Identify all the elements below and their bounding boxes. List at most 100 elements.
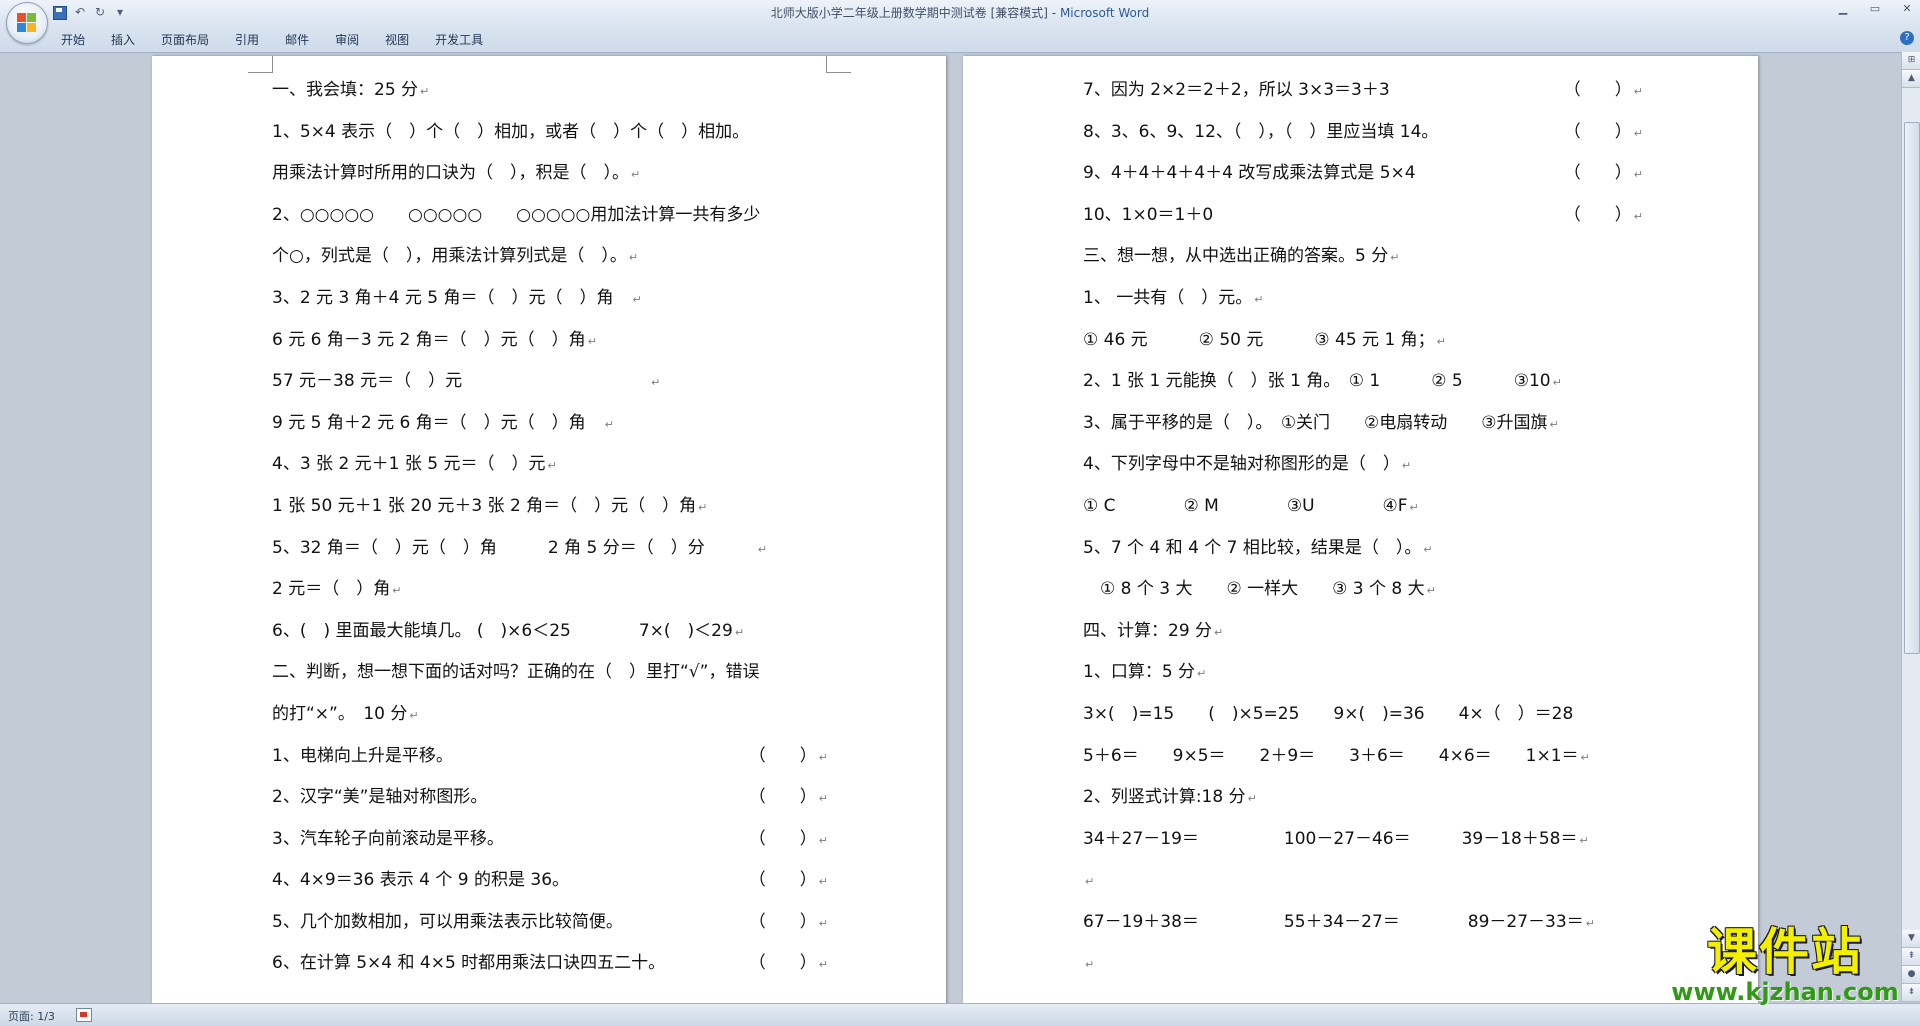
document-line[interactable]: 3、2 元 3 角＋4 元 5 角＝（ ）元（ ）角 ↵	[272, 278, 828, 320]
scroll-thumb[interactable]	[1904, 122, 1920, 654]
paragraph-mark-icon: ↵	[547, 459, 557, 473]
document-line[interactable]: ↵	[1083, 860, 1643, 902]
ribbon-tab[interactable]: 开始	[48, 30, 98, 50]
document-line[interactable]: 1、5×4 表示（ ）个（ ）相加，或者（ ）个（ ）相加。	[272, 112, 828, 154]
document-line[interactable]: 34＋27－19＝ 100－27－46＝ 39－18＋58＝ ↵	[1083, 819, 1643, 861]
ruler-toggle-button[interactable]: ⊞	[1902, 52, 1920, 70]
document-line[interactable]: 用乘法计算时所用的口诀为（ ），积是（ ）。 ↵	[272, 153, 828, 195]
document-line[interactable]: 的打“×”。 10 分 ↵	[272, 694, 828, 736]
answer-bracket-text: （ ）	[1563, 80, 1632, 100]
line-text: 8、3、6、9、12、（ ），（ ）里应当填 14。	[1083, 121, 1439, 142]
answer-bracket-text: （ ）	[748, 953, 817, 974]
document-line[interactable]: 1、口算：5 分 ↵	[1083, 652, 1643, 694]
ribbon-tab-bar: 开始 插入 页面布局 引用 邮件 审阅 视图 开发工具	[48, 30, 496, 50]
line-text: 10、1×0＝1＋0	[1083, 204, 1214, 225]
minimize-button[interactable]: ▁	[1836, 2, 1850, 15]
document-line[interactable]: 2、列竖式计算:18 分 ↵	[1083, 777, 1643, 819]
answer-bracket-text: （ ）	[1563, 204, 1632, 225]
help-icon[interactable]: ?	[1900, 31, 1914, 45]
ribbon-tab[interactable]: 邮件	[272, 30, 322, 50]
line-text: 5、几个加数相加，可以用乘法表示比较简便。	[272, 911, 623, 932]
document-line[interactable]: ① 8 个 3 大 ② 一样大 ③ 3 个 8 大 ↵	[1083, 569, 1643, 611]
paragraph-mark-icon: ↵	[587, 334, 597, 348]
document-page-2[interactable]: 7、因为 2×2＝2＋2，所以 3×3＝3＋3 （ ） ↵ 8、3、6、9、12、（ …	[963, 56, 1758, 1007]
document-line[interactable]: 4、4×9＝36 表示 4 个 9 的积是 36。 （ ） ↵	[272, 860, 828, 902]
paragraph-mark-icon: ↵	[628, 251, 639, 265]
document-line[interactable]: 6、( ) 里面最大能填几。 ( )×6＜25 7×( )＜29 ↵	[272, 611, 828, 653]
document-line[interactable]: 1 张 50 元＋1 张 20 元＋3 张 2 角＝（ ）元（ ）角 ↵	[272, 486, 828, 528]
vertical-scrollbar[interactable]: ⊞ ▲ ▼ ⇞ ● ⇟	[1901, 52, 1920, 1002]
close-button[interactable]: ✕	[1900, 2, 1914, 15]
paragraph-mark-icon: ↵	[1247, 792, 1257, 806]
document-page-1[interactable]: 一、我会填：25 分 ↵ 1、5×4 表示（ ）个（ ）相加，或者（ ）个（ ）相加…	[152, 56, 946, 1007]
scroll-up-button[interactable]: ▲	[1902, 70, 1920, 88]
document-line[interactable]: 2 元＝（ ）角 ↵	[272, 569, 828, 611]
document-line[interactable]: 7、因为 2×2＝2＋2，所以 3×3＝3＋3 （ ） ↵	[1083, 70, 1643, 112]
ribbon-tab[interactable]: 视图	[372, 30, 422, 50]
double-down-icon: ⇟	[1907, 987, 1916, 997]
document-line[interactable]: 4、下列字母中不是轴对称图形的是（ ） ↵	[1083, 444, 1643, 486]
ribbon-tab[interactable]: 页面布局	[148, 30, 222, 50]
document-line[interactable]: 4、3 张 2 元＋1 张 5 元＝（ ）元 ↵	[272, 444, 828, 486]
document-line[interactable]: 2、汉字“美”是轴对称图形。 （ ） ↵	[272, 777, 828, 819]
paragraph-mark-icon: ↵	[818, 958, 828, 972]
document-line[interactable]: 1、 一共有（ ）元。 ↵	[1083, 278, 1643, 320]
answer-bracket: （ ） ↵	[749, 736, 828, 779]
paragraph-mark-icon: ↵	[1580, 750, 1590, 764]
line-text: 4、4×9＝36 表示 4 个 9 的积是 36。	[272, 870, 570, 891]
line-text: 9、4＋4＋4＋4＋4 改写成乘法算式是 5×4	[1083, 163, 1416, 184]
title-separator: -	[1047, 6, 1060, 20]
ruler-icon: ⊞	[1907, 55, 1916, 65]
circle-icon: ●	[1907, 969, 1916, 979]
document-line[interactable]: 3、汽车轮子向前滚动是平移。 （ ） ↵	[272, 819, 828, 861]
paragraph-mark-icon: ↵	[1633, 168, 1643, 182]
line-text: 1、 一共有（ ）元。	[1083, 287, 1253, 308]
document-line[interactable]: ① C ② M ③U ④F ↵	[1083, 486, 1643, 528]
document-line[interactable]: 6、在计算 5×4 和 4×5 时都用乘法口诀四五二十。 （ ） ↵	[272, 943, 828, 985]
line-text: 6、( ) 里面最大能填几。 ( )×6＜25 7×( )＜29	[272, 620, 733, 641]
document-line[interactable]: 67－19＋38＝ 55＋34－27＝ 89－27－33＝ ↵	[1083, 902, 1643, 944]
document-line[interactable]: 8、3、6、9、12、（ ），（ ）里应当填 14。 （ ） ↵	[1083, 112, 1643, 154]
page-number-status[interactable]: 页面: 1/3	[8, 1008, 55, 1024]
document-line[interactable]: 3、属于平移的是（ ）。 ①关门 ②电扇转动 ③升国旗 ↵	[1083, 403, 1643, 445]
document-line[interactable]: 57 元－38 元＝（ ）元 ↵	[272, 361, 828, 403]
document-line[interactable]: 二、判断，想一想下面的话对吗？正确的在（ ）里打“√”，错误	[272, 652, 828, 694]
page-1-text[interactable]: 一、我会填：25 分 ↵ 1、5×4 表示（ ）个（ ）相加，或者（ ）个（ ）相加…	[272, 70, 828, 990]
document-line[interactable]: 10、1×0＝1＋0 （ ） ↵	[1083, 195, 1643, 237]
answer-bracket: （ ） ↵	[1564, 195, 1643, 238]
ribbon-tab[interactable]: 开发工具	[422, 30, 496, 50]
watermark-logo-text: 课件站	[1707, 923, 1863, 981]
ribbon-tab[interactable]: 引用	[222, 30, 272, 50]
document-line[interactable]: 9、4＋4＋4＋4＋4 改写成乘法算式是 5×4 （ ） ↵	[1083, 153, 1643, 195]
document-line[interactable]: ① 46 元 ② 50 元 ③ 45 元 1 角； ↵	[1083, 320, 1643, 362]
document-line[interactable]: 1、电梯向上升是平移。 （ ） ↵	[272, 736, 828, 778]
document-line[interactable]: 一、我会填：25 分 ↵	[272, 70, 828, 112]
window-title: 北师大版小学二年级上册数学期中测试卷 [兼容模式] - Microsoft Wo…	[0, 4, 1920, 21]
document-line[interactable]: 个○，列式是（ ），用乘法计算列式是（ ）。 ↵	[272, 236, 828, 278]
document-line[interactable]: 5、32 角＝（ ）元（ ）角 2 角 5 分＝（ ）分 ↵	[272, 528, 828, 570]
document-line[interactable]: 四、计算：29 分 ↵	[1083, 611, 1643, 653]
line-text: 57 元－38 元＝（ ）元	[272, 371, 650, 392]
ribbon-tab[interactable]: 插入	[98, 30, 148, 50]
document-line[interactable]: 2、○○○○○ ○○○○○ ○○○○○用加法计算一共有多少	[272, 195, 828, 237]
document-line[interactable]: 3×( )=15 ( )×5=25 9×( )=36 4×（ ）＝28	[1083, 694, 1643, 736]
window-controls: ▁ ▭ ✕	[1836, 2, 1914, 15]
paragraph-mark-icon: ↵	[1254, 292, 1264, 306]
paragraph-mark-icon: ↵	[818, 875, 828, 889]
document-line[interactable]: 5＋6＝ 9×5＝ 2＋9＝ 3＋6＝ 4×6＝ 1×1＝ ↵	[1083, 736, 1643, 778]
document-line[interactable]: 9 元 5 角＋2 元 6 角＝（ ）元（ ）角 ↵	[272, 403, 828, 445]
crop-mark-top-left	[248, 56, 273, 73]
maximize-button[interactable]: ▭	[1868, 2, 1882, 15]
page-2-text[interactable]: 7、因为 2×2＝2＋2，所以 3×3＝3＋3 （ ） ↵ 8、3、6、9、12、（ …	[1083, 70, 1643, 990]
site-watermark: 课件站 www.kjzhan.com	[1665, 923, 1905, 1005]
document-line[interactable]: 5、7 个 4 和 4 个 7 相比较，结果是（ ）。 ↵	[1083, 528, 1643, 570]
document-line[interactable]: 三、想一想，从中选出正确的答案。5 分 ↵	[1083, 236, 1643, 278]
paragraph-mark-icon: ↵	[1633, 126, 1643, 140]
document-line[interactable]: ↵	[1083, 943, 1643, 985]
paragraph-mark-icon: ↵	[818, 792, 828, 806]
document-line[interactable]: 2、1 张 1 元能换（ ）张 1 角。 ① 1 ② 5 ③10 ↵	[1083, 361, 1643, 403]
proofing-icon[interactable]	[76, 1008, 92, 1022]
document-line[interactable]: 6 元 6 角－3 元 2 角＝（ ）元（ ）角 ↵	[272, 320, 828, 362]
document-line[interactable]: 5、几个加数相加，可以用乘法表示比较简便。 （ ） ↵	[272, 902, 828, 944]
ribbon-tab[interactable]: 审阅	[322, 30, 372, 50]
